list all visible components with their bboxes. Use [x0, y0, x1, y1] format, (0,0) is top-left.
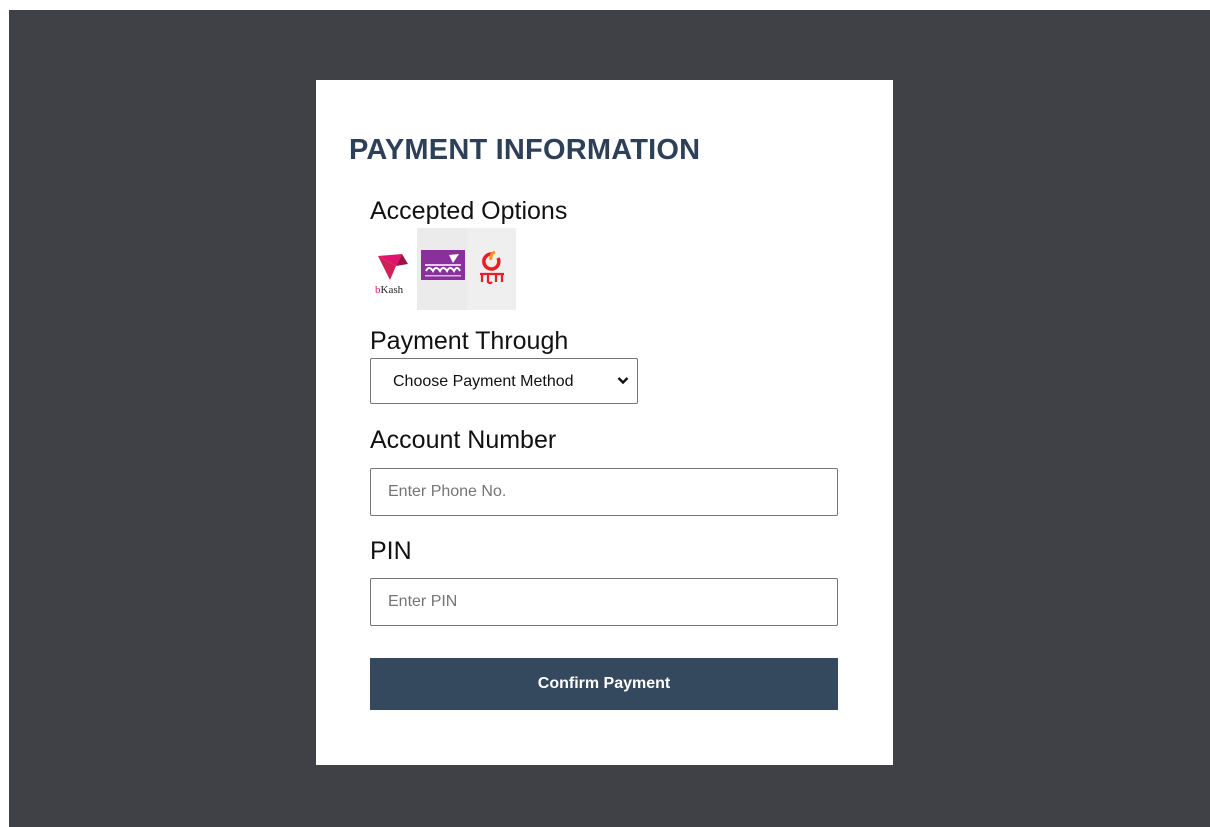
page-title: PAYMENT INFORMATION — [349, 134, 701, 166]
payment-method-selected: Choose Payment Method — [393, 373, 574, 390]
pin-label: PIN — [370, 537, 412, 565]
bkash-logo-text: bKash — [375, 284, 404, 296]
confirm-payment-button[interactable]: Confirm Payment — [370, 658, 838, 710]
nagad-logo — [467, 228, 516, 310]
chevron-down-icon — [617, 377, 629, 385]
nagad-icon — [480, 250, 504, 285]
pin-input[interactable] — [370, 578, 838, 626]
bkash-logo: bKash — [370, 228, 417, 310]
account-number-input[interactable] — [370, 468, 838, 516]
rocket-icon — [425, 254, 461, 277]
payment-through-label: Payment Through — [370, 327, 569, 355]
payment-card: PAYMENT INFORMATION Accepted Options bKa… — [316, 80, 893, 765]
accepted-options-logos: bKash — [370, 228, 516, 310]
payment-method-select[interactable]: Choose Payment Method — [370, 358, 638, 404]
accepted-options-label: Accepted Options — [370, 197, 568, 225]
rocket-badge — [421, 250, 465, 280]
bkash-bird-icon — [378, 254, 408, 280]
account-number-label: Account Number — [370, 426, 557, 454]
rocket-logo — [417, 228, 467, 310]
